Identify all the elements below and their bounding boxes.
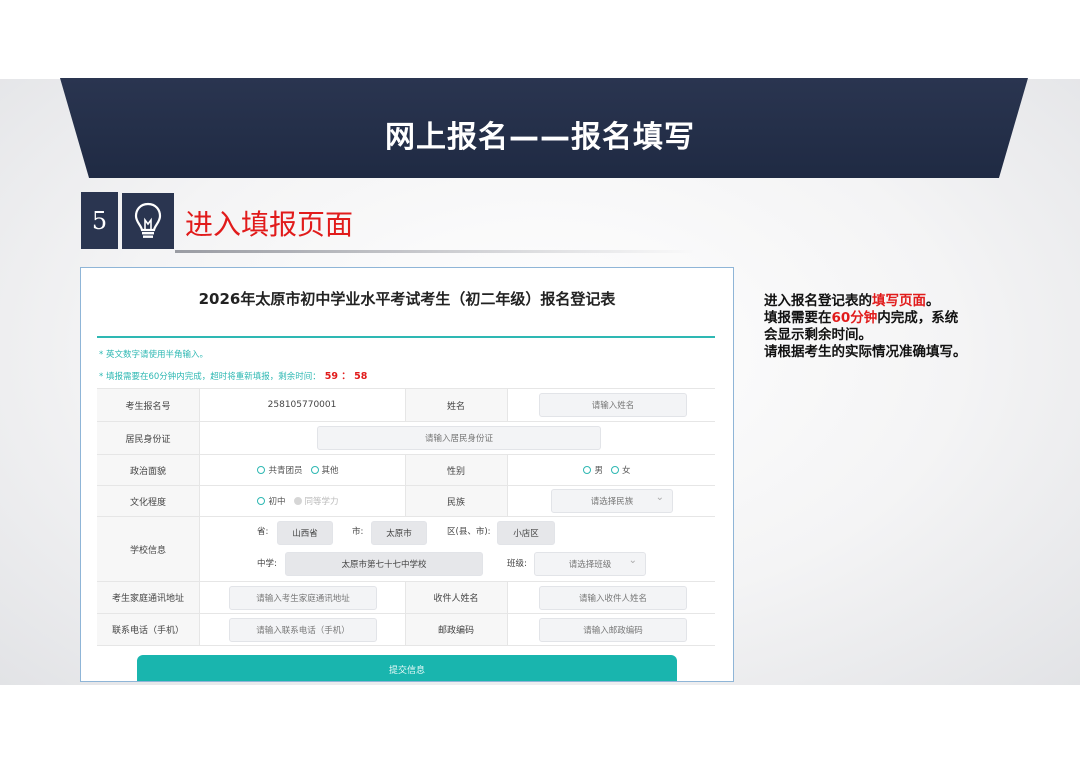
table-divider bbox=[507, 388, 508, 421]
desc-line-1: 进入报名登记表的填写页面。 bbox=[764, 293, 1034, 310]
desc-text: 。 bbox=[926, 293, 940, 309]
slide-title: 网上报名——报名填写 bbox=[385, 120, 695, 155]
table-divider bbox=[199, 388, 200, 646]
radio-label: 初中 bbox=[268, 497, 286, 507]
class-label: 班级: bbox=[507, 559, 527, 569]
table-divider bbox=[507, 454, 508, 516]
school-name-field[interactable]: 太原市第七十七中学校 bbox=[285, 552, 483, 576]
table-row: 文化程度 初中 同等学力 民族 请选择民族 bbox=[97, 485, 715, 516]
name-label: 姓名 bbox=[405, 389, 507, 421]
district-field[interactable]: 小店区 bbox=[497, 521, 555, 545]
table-divider bbox=[507, 581, 508, 646]
radio-icon bbox=[293, 497, 302, 505]
education-label: 文化程度 bbox=[97, 486, 199, 516]
desc-highlight: 60分钟 bbox=[831, 310, 878, 326]
step-title: 进入填报页面 bbox=[185, 208, 354, 241]
phone-label: 联系电话（手机） bbox=[97, 614, 199, 645]
recipient-input[interactable]: 请输入收件人姓名 bbox=[539, 586, 687, 610]
radio-label: 男 bbox=[594, 466, 603, 476]
school-info-label: 学校信息 bbox=[97, 517, 199, 581]
city-label: 市: bbox=[352, 527, 364, 537]
table-divider bbox=[405, 388, 406, 421]
radio-icon bbox=[611, 466, 619, 474]
ethnicity-label: 民族 bbox=[405, 486, 507, 516]
postcode-input[interactable]: 请输入邮政编码 bbox=[539, 618, 687, 642]
table-row: 居民身份证 请输入居民身份证 bbox=[97, 421, 715, 454]
gender-options: 男 女 bbox=[507, 455, 715, 485]
submit-button[interactable]: 提交信息 bbox=[137, 655, 677, 681]
countdown-timer: 59 ： 58 bbox=[324, 371, 368, 382]
step-divider bbox=[175, 250, 695, 253]
reg-number-label: 考生报名号 bbox=[97, 389, 199, 421]
radio-icon bbox=[257, 497, 266, 505]
phone-input[interactable]: 请输入联系电话（手机） bbox=[229, 618, 377, 642]
desc-text: 填报需要在 bbox=[764, 310, 832, 326]
table-row: 考生家庭通讯地址 请输入考生家庭通讯地址 收件人姓名 请输入收件人姓名 bbox=[97, 581, 715, 613]
desc-text: 内完成，系统 bbox=[877, 310, 959, 326]
form-top-divider bbox=[97, 336, 715, 338]
radio-label: 同等学力 bbox=[304, 497, 339, 507]
radio-label: 女 bbox=[622, 466, 631, 476]
note-time-text: * 填报需要在60分钟内完成，超时将重新填报，剩余时间： bbox=[99, 372, 321, 382]
class-select[interactable]: 请选择班级 bbox=[534, 552, 646, 576]
name-input[interactable]: 请输入姓名 bbox=[539, 393, 687, 417]
table-row: 政治面貌 共青团员 其他 性别 男 女 bbox=[97, 454, 715, 485]
school-name-label: 中学: bbox=[257, 559, 277, 569]
table-divider bbox=[405, 454, 406, 516]
radio-male[interactable]: 男 bbox=[583, 464, 603, 476]
table-row: 学校信息 省: 山西省 市: 太原市 区(县、市): 小店区 中学: 太原市第七… bbox=[97, 516, 715, 581]
address-label: 考生家庭通讯地址 bbox=[97, 582, 199, 613]
radio-junior-high[interactable]: 初中 bbox=[257, 495, 286, 507]
radio-other[interactable]: 其他 bbox=[310, 464, 339, 476]
step-number: 5 bbox=[81, 192, 118, 249]
table-divider bbox=[405, 581, 406, 646]
registration-form-screenshot: 2026年太原市初中学业水平考试考生（初二年级）报名登记表 * 英文数字请使用半… bbox=[80, 267, 734, 682]
reg-number-value: 258105770001 bbox=[267, 400, 337, 410]
id-card-label: 居民身份证 bbox=[97, 422, 199, 454]
table-row: 考生报名号 258105770001 姓名 请输入姓名 bbox=[97, 388, 715, 421]
radio-icon bbox=[583, 466, 592, 474]
province-field[interactable]: 山西省 bbox=[277, 521, 333, 545]
city-field[interactable]: 太原市 bbox=[371, 521, 427, 545]
note-time-limit: * 填报需要在60分钟内完成，超时将重新填报，剩余时间： 59 ： 58 bbox=[99, 368, 367, 382]
gender-label: 性别 bbox=[405, 455, 507, 485]
politics-options: 共青团员 其他 bbox=[199, 455, 405, 485]
id-card-input[interactable]: 请输入居民身份证 bbox=[317, 426, 601, 450]
desc-line-4: 请根据考生的实际情况准确填写。 bbox=[764, 344, 967, 360]
ethnicity-select[interactable]: 请选择民族 bbox=[551, 489, 673, 513]
radio-label: 其他 bbox=[321, 466, 339, 476]
desc-highlight: 填写页面 bbox=[872, 293, 926, 309]
education-options: 初中 同等学力 bbox=[199, 486, 405, 516]
district-label: 区(县、市): bbox=[447, 527, 491, 537]
form-title: 2026年太原市初中学业水平考试考生（初二年级）报名登记表 bbox=[198, 290, 616, 308]
radio-icon bbox=[257, 466, 266, 474]
politics-label: 政治面貌 bbox=[97, 455, 199, 485]
description-text: 进入报名登记表的填写页面。 填报需要在60分钟内完成，系统 会显示剩余时间。 请… bbox=[764, 293, 1034, 361]
address-input[interactable]: 请输入考生家庭通讯地址 bbox=[229, 586, 377, 610]
postcode-label: 邮政编码 bbox=[405, 614, 507, 645]
radio-icon bbox=[310, 466, 319, 474]
table-row: 联系电话（手机） 请输入联系电话（手机） 邮政编码 请输入邮政编码 bbox=[97, 613, 715, 646]
radio-equivalent[interactable]: 同等学力 bbox=[293, 495, 339, 507]
lightbulb-icon bbox=[122, 193, 174, 249]
province-label: 省: bbox=[257, 527, 269, 537]
desc-line-3: 会显示剩余时间。 bbox=[764, 327, 872, 343]
recipient-label: 收件人姓名 bbox=[405, 582, 507, 613]
radio-league-member[interactable]: 共青团员 bbox=[257, 464, 303, 476]
radio-female[interactable]: 女 bbox=[611, 464, 631, 476]
desc-text: 进入报名登记表的 bbox=[764, 293, 872, 309]
radio-label: 共青团员 bbox=[268, 466, 303, 476]
note-halfwidth: * 英文数字请使用半角输入。 bbox=[99, 350, 208, 360]
desc-line-2: 填报需要在60分钟内完成，系统 bbox=[764, 310, 1034, 327]
